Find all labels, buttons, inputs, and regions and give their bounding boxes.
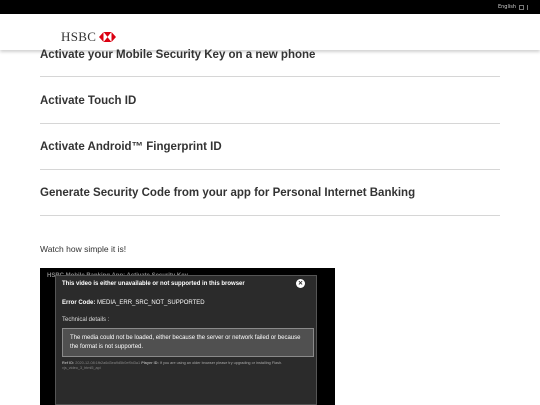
language-link[interactable]: English (498, 4, 516, 10)
flash-note: If you are using an older browser please… (159, 361, 283, 365)
technical-details-label: Technical details : (62, 317, 110, 323)
hsbc-hexagon-icon (99, 32, 117, 42)
top-utility-bar: English (0, 0, 540, 14)
error-code-value: MEDIA_ERR_SRC_NOT_SUPPORTED (97, 300, 205, 306)
hsbc-logo[interactable]: HSBC (61, 29, 117, 45)
error-code-label: Error Code: (62, 300, 96, 306)
error-modal: This video is either unavailable or not … (55, 275, 317, 405)
logo-text: HSBC (61, 29, 97, 44)
faq-item-activate-touch-id[interactable]: Activate Touch ID (40, 95, 500, 107)
divider (40, 123, 500, 124)
topbar-separator (527, 4, 528, 10)
faq-item-activate-fingerprint-id[interactable]: Activate Android™ Fingerprint ID (40, 141, 500, 153)
ref-id-value: 2020-12-08:1fb2a6d3ea9d5b0ef9d3a1 (75, 361, 141, 365)
error-message-box: The media could not be loaded, either be… (62, 328, 314, 357)
language-icon (519, 4, 524, 10)
divider (40, 76, 500, 77)
watch-intro-text: Watch how simple it is! (40, 244, 127, 254)
reference-info: Ref ID: 2020-12-08:1fb2a6d3ea9d5b0ef9d3a… (62, 361, 312, 371)
divider (40, 169, 500, 170)
divider (40, 215, 500, 216)
ref-id-label: Ref ID: (62, 361, 75, 365)
player-id-value: vjs_video_3_html5_api (62, 366, 101, 370)
site-header: HSBC (0, 14, 540, 50)
faq-item-generate-security-code[interactable]: Generate Security Code from your app for… (40, 187, 500, 199)
player-id-label: Player ID: (141, 361, 159, 365)
error-modal-title: This video is either unavailable or not … (62, 281, 245, 287)
error-code-line: Error Code: MEDIA_ERR_SRC_NOT_SUPPORTED (62, 300, 205, 306)
video-player[interactable]: HSBC Mobile Banking App: Activate Securi… (40, 268, 335, 405)
close-icon[interactable]: ✕ (296, 279, 305, 288)
faq-item-activate-security-key[interactable]: Activate your Mobile Security Key on a n… (40, 49, 500, 61)
